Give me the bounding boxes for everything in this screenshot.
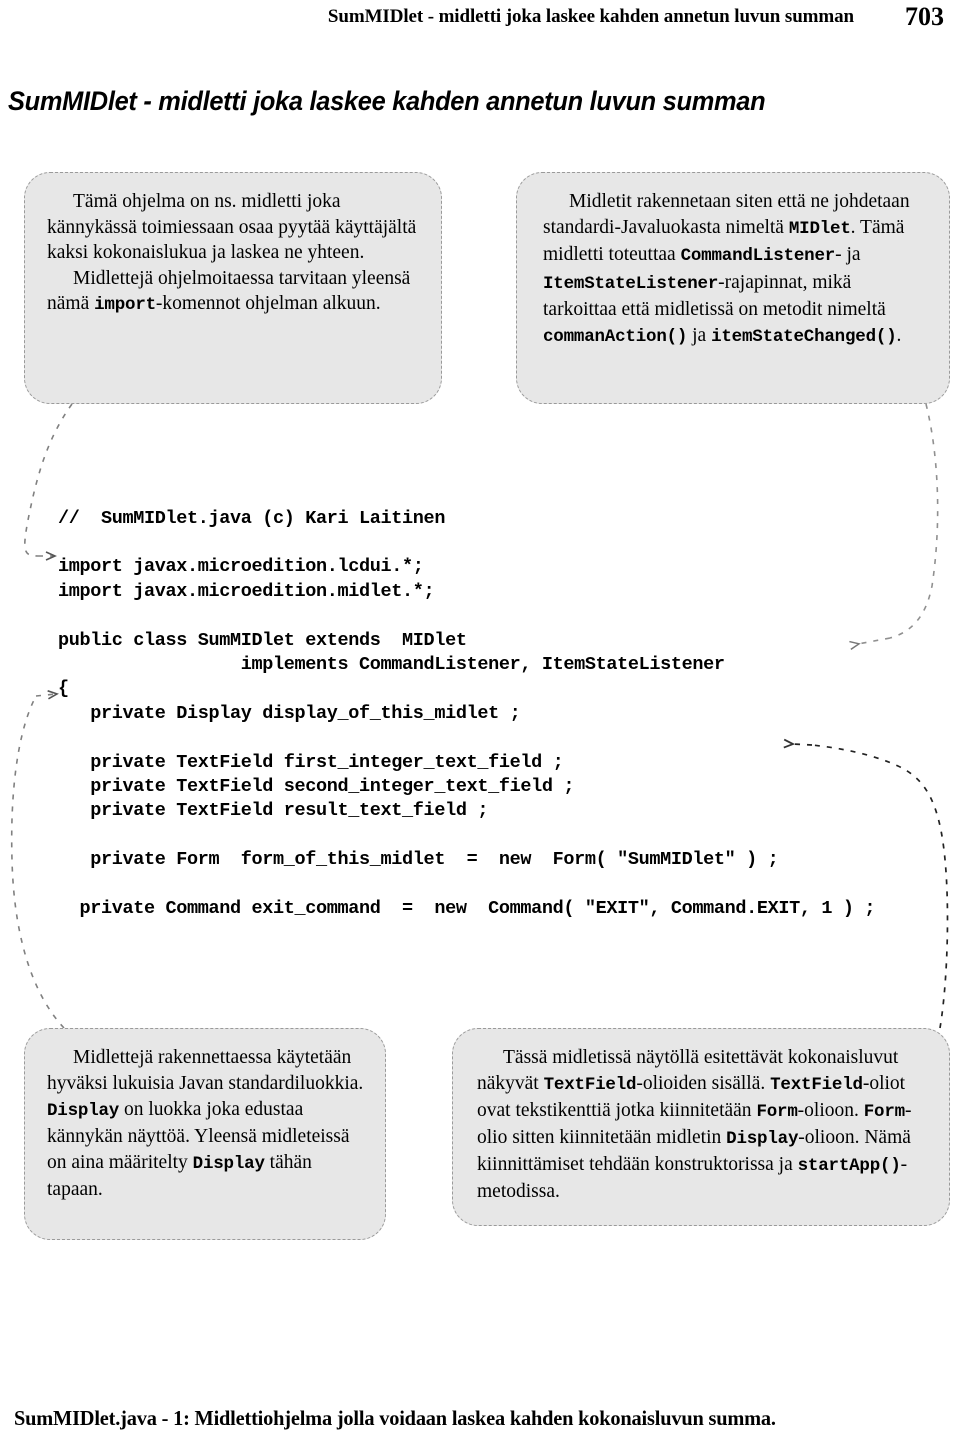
text-run: ja — [687, 324, 712, 346]
callout-top-right: Midletit rakennetaan siten että ne johde… — [516, 172, 950, 404]
code-line: private TextField second_integer_text_fi… — [58, 775, 575, 797]
code-term: Form — [863, 1102, 905, 1122]
text-run: Tämä ohjelma on ns. midletti joka kännyk… — [47, 191, 417, 263]
code-line: private Command exit_command = new Comma… — [58, 897, 876, 919]
code-line: { — [58, 678, 69, 700]
code-line: private Form form_of_this_midlet = new F… — [58, 849, 779, 871]
code-listing: // SumMIDlet.java (c) Kari Laitinen impo… — [58, 507, 938, 922]
code-term: MIDlet — [788, 218, 851, 239]
code-line: public class SumMIDlet extends MIDlet — [58, 629, 467, 651]
connector-bottom-left — [10, 690, 65, 1029]
code-term: CommandListener — [680, 246, 836, 266]
code-term: startApp() — [797, 1156, 901, 1176]
callout-top-right-text: Midletit rakennetaan siten että ne johde… — [543, 189, 927, 350]
text-run: - ja — [835, 244, 861, 265]
code-term: Display — [47, 1101, 120, 1121]
callout-paragraph: Midletit rakennetaan siten että ne johde… — [543, 189, 927, 350]
callout-paragraph: Tässä midletissä näytöllä esitettävät ko… — [477, 1045, 931, 1205]
callout-bottom-right-text: Tässä midletissä näytöllä esitettävät ko… — [477, 1045, 931, 1205]
code-line: import javax.microedition.midlet.*; — [58, 580, 435, 602]
text-run: . — [896, 324, 902, 346]
code-line: // SumMIDlet.java (c) Kari Laitinen — [58, 507, 446, 529]
code-line: implements CommandListener, ItemStateLis… — [58, 653, 725, 675]
code-line: private Display display_of_this_midlet ; — [58, 702, 521, 724]
callout-paragraph: Tämä ohjelma on ns. midletti joka kännyk… — [47, 189, 421, 266]
code-line: import javax.microedition.lcdui.*; — [58, 556, 424, 578]
text-run: -olioon. — [797, 1100, 864, 1121]
callout-bottom-left: Midlettejä rakennettaessa käytetään hyvä… — [24, 1028, 386, 1240]
code-term: TextField — [770, 1075, 863, 1095]
callout-paragraph: Midlettejä ohjelmoitaessa tarvitaan ylee… — [47, 266, 421, 319]
callout-bottom-left-text: Midlettejä rakennettaessa käytetään hyvä… — [47, 1045, 369, 1203]
text-run: -olioiden sisällä. — [636, 1073, 771, 1094]
figure-caption: SumMIDlet.java - 1: Midlettiohjelma joll… — [14, 1406, 776, 1430]
text-run: Midlettejä rakennettaessa käytetään hyvä… — [47, 1047, 364, 1094]
callout-paragraph: Midlettejä rakennettaessa käytetään hyvä… — [47, 1045, 369, 1203]
callout-bottom-right: Tässä midletissä näytöllä esitettävät ko… — [452, 1028, 950, 1226]
callout-top-left: Tämä ohjelma on ns. midletti joka kännyk… — [24, 172, 442, 404]
page-title: SumMIDlet - midletti joka laskee kahden … — [8, 86, 766, 117]
text-run: -komennot ohjelman alkuun. — [155, 293, 381, 314]
code-term: TextField — [543, 1075, 637, 1095]
code-term: Display — [726, 1129, 799, 1149]
code-term: ItemStateListener — [543, 273, 719, 294]
page-number: 703 — [905, 2, 944, 31]
code-term: commanAction() — [543, 326, 688, 347]
code-term: import — [94, 295, 156, 315]
running-head-title: SumMIDlet - midletti joka laskee kahden … — [327, 6, 854, 27]
running-head: SumMIDlet - midletti joka laskee kahden … — [0, 2, 960, 34]
code-line: private TextField result_text_field ; — [58, 800, 489, 822]
code-line: private TextField first_integer_text_fie… — [58, 751, 564, 773]
callout-top-left-text: Tämä ohjelma on ns. midletti joka kännyk… — [47, 189, 421, 319]
code-term: Form — [756, 1102, 798, 1122]
code-term: itemStateChanged() — [711, 326, 897, 347]
code-term: Display — [192, 1154, 265, 1174]
